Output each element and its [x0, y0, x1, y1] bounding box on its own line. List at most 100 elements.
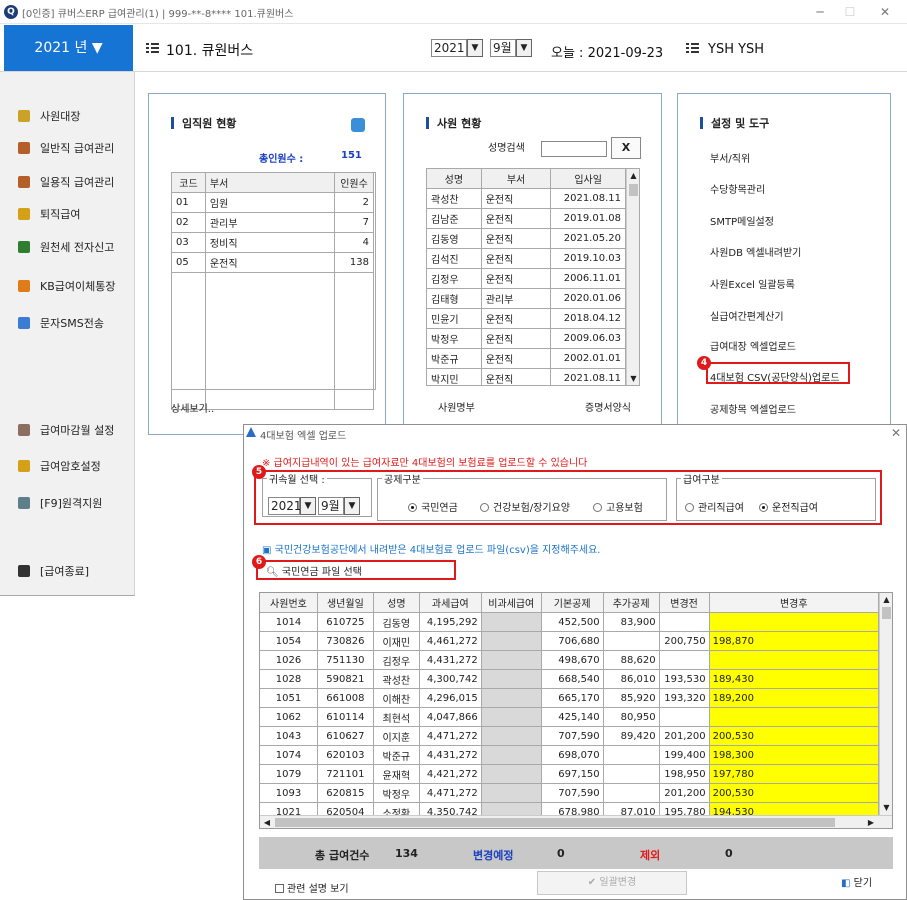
sidebar-item-bank[interactable]: KB급여이체통장: [18, 279, 115, 295]
tool-payroll-excel-upload[interactable]: 급여대장 엑셀업로드: [710, 338, 796, 353]
cell: [480, 764, 542, 784]
table-row[interactable]: 김동영 운전직 2021.05.20: [427, 228, 626, 249]
table-row[interactable]: 민윤기 운전직 2018.04.12: [427, 308, 626, 329]
cell: 7: [334, 212, 374, 233]
radio-dot: [593, 503, 602, 512]
table-row[interactable]: 박지민 운전직 2021.08.11: [427, 368, 626, 385]
employee-roster-link[interactable]: 사원명부: [438, 399, 475, 414]
sidebar-item-retirement[interactable]: 퇴직급여: [18, 207, 80, 223]
table-row[interactable]: 02 관리부 7: [171, 212, 374, 233]
table-row[interactable]: 김태형 관리부 2020.01.06: [427, 288, 626, 309]
radio-admin-pay[interactable]: 관리직급여: [685, 499, 744, 514]
clear-search-button[interactable]: X: [611, 137, 641, 159]
tool-insurance-csv-upload[interactable]: 4대보험 CSV(공단양식)업로드: [710, 369, 840, 384]
tool-employee-excel-register[interactable]: 사원Excel 일괄등록: [710, 276, 795, 291]
period-year-dropdown-icon[interactable]: ▼: [300, 497, 316, 515]
radio-employment-insurance[interactable]: 고용보험: [593, 499, 643, 514]
cell: 4,431,272: [418, 650, 482, 670]
month-select-dropdown-icon[interactable]: ▼: [516, 39, 532, 57]
month-select[interactable]: 9월: [490, 39, 516, 57]
employee-scrollbar[interactable]: ▲ ▼: [626, 169, 639, 385]
today-date: 오늘 : 2021-09-23: [551, 46, 664, 61]
grid-vertical-scrollbar[interactable]: ▲ ▼: [879, 593, 892, 815]
summary-bar: 총 급여건수 134 변경예정 0 제외 0: [259, 837, 893, 869]
cell: 김태형: [427, 288, 482, 309]
year-select-dropdown-icon[interactable]: ▼: [467, 39, 483, 57]
sidebar-item-daily-payroll[interactable]: 일용직 급여관리: [18, 175, 114, 191]
sidebar-item-remote-support[interactable]: [F9]원격지원: [18, 496, 102, 512]
table-row[interactable]: 곽성찬 운전직 2021.08.11: [427, 188, 626, 209]
cell: 박정우: [372, 783, 420, 803]
sidebar-item-tax-report[interactable]: 원천세 전자신고: [18, 240, 114, 256]
table-row[interactable]: 1028 590821 곽성찬 4,300,742 668,540 86,010 193,5…: [260, 669, 880, 689]
minimize-button[interactable]: ─: [812, 4, 828, 20]
dialog-close-button[interactable]: ◧ 닫기: [841, 874, 872, 889]
insurance-data-grid: 사원번호 생년월일 성명 과세급여 비과세급여 기본공제 추가공제 변경전 변경후 1014 61…: [259, 592, 893, 829]
cell: 1043: [260, 726, 318, 746]
tool-allowance-items[interactable]: 수당항목관리: [710, 181, 765, 196]
certificate-form-link[interactable]: 증명서양식: [585, 399, 631, 414]
staff-panel-title: 임직원 현황: [171, 115, 236, 131]
refresh-icon[interactable]: [351, 118, 365, 132]
dialog-close-icon[interactable]: ✕: [891, 426, 901, 440]
radio-health-insurance[interactable]: 건강보험/장기요양: [480, 499, 570, 514]
period-year-select[interactable]: 2021: [268, 497, 302, 515]
table-row[interactable]: 김남준 운전직 2019.01.08: [427, 208, 626, 229]
tools-panel: 설정 및 도구 부서/직위 수당항목관리 SMTP메일설정 사원DB 엑셀내려받…: [677, 93, 891, 435]
maximize-button[interactable]: ☐: [842, 4, 858, 20]
table-row[interactable]: 1054 730826 이재민 4,461,272 706,680 200,750 198,…: [260, 631, 880, 651]
table-row[interactable]: 1051 661008 이해찬 4,296,015 665,170 85,920 193,3…: [260, 688, 880, 708]
table-row[interactable]: 1014 610725 김동영 4,195,292 452,500 83,900: [260, 612, 880, 632]
radio-driver-pay[interactable]: 운전직급여: [759, 499, 818, 514]
sidebar-item-payroll[interactable]: 일반직 급여관리: [18, 141, 114, 157]
column-header: 부서: [204, 172, 336, 193]
table-row[interactable]: 1074 620103 박준규 4,431,272 698,070 199,400 198,…: [260, 745, 880, 765]
year-select[interactable]: 2021: [431, 39, 467, 57]
table-row[interactable]: 03 정비직 4: [171, 232, 374, 253]
table-row[interactable]: 1026 751130 김정우 4,431,272 498,670 88,620: [260, 650, 880, 670]
employee-rows: 곽성찬 운전직 2021.08.11 김남준 운전직 2019.01.08 김동영 운전직 20…: [427, 188, 626, 385]
tool-net-pay-calculator[interactable]: 실급여간편계산기: [710, 308, 784, 323]
calendar-icon: [18, 424, 30, 436]
tool-smtp-settings[interactable]: SMTP메일설정: [710, 213, 774, 228]
sidebar-item-exit[interactable]: [급여종료]: [18, 564, 89, 580]
detail-link[interactable]: 상세보기..: [171, 400, 214, 415]
tool-employee-db-excel-download[interactable]: 사원DB 엑셀내려받기: [710, 244, 801, 259]
period-month-select[interactable]: 9월: [318, 497, 344, 515]
cell: 1051: [260, 688, 318, 708]
table-row[interactable]: 김정우 운전직 2006.11.01: [427, 268, 626, 289]
tool-deduction-excel-upload[interactable]: 공제항목 엑셀업로드: [710, 401, 796, 416]
cell: 2020.01.06: [550, 288, 626, 309]
grid-horizontal-scrollbar[interactable]: ◀ ▶: [260, 815, 892, 828]
table-row[interactable]: 김석진 운전직 2019.10.03: [427, 248, 626, 269]
sidebar-item-employee-ledger[interactable]: 사원대장: [18, 109, 80, 125]
user-name: YSH YSH: [708, 42, 765, 57]
pension-file-select-button[interactable]: 🔍︎ 국민연금 파일 선택: [266, 563, 362, 578]
table-row[interactable]: 1079 721101 윤재혁 4,421,272 697,150 198,950 197,…: [260, 764, 880, 784]
cell: 707,590: [540, 726, 604, 746]
year-dropdown-button[interactable]: 2021 년 ▼: [4, 25, 133, 71]
sidebar-item-password[interactable]: 급여암호설정: [18, 459, 101, 475]
close-button[interactable]: ✕: [877, 4, 893, 20]
table-row[interactable]: 1093 620815 박정우 4,471,272 707,590 201,200 200,…: [260, 783, 880, 803]
name-search-input[interactable]: [541, 141, 607, 157]
table-row[interactable]: 1062 610114 최현석 4,047,866 425,140 80,950: [260, 707, 880, 727]
changed-value: 0: [557, 847, 565, 860]
table-row[interactable]: 박준규 운전직 2002.01.01: [427, 348, 626, 369]
cell: 정비직: [204, 232, 336, 253]
table-row[interactable]: 1043 610627 이지훈 4,471,272 707,590 89,420 201,2…: [260, 726, 880, 746]
cell: 1026: [260, 650, 318, 670]
sidebar-item-sms[interactable]: 문자SMS전송: [18, 316, 104, 332]
radio-national-pension[interactable]: 국민연금: [408, 499, 458, 514]
cell: 운전직: [480, 308, 552, 329]
help-link[interactable]: 관련 설명 보기: [275, 880, 349, 895]
tool-department-position[interactable]: 부서/직위: [710, 150, 750, 165]
sidebar-item-closing-month[interactable]: 급여마감월 설정: [18, 423, 114, 439]
table-row[interactable]: 05 운전직 138: [171, 252, 374, 273]
period-month-dropdown-icon[interactable]: ▼: [344, 497, 360, 515]
employee-panel: 사원 현황 성명검색 X 성명 부서 입사일 곽성찬 운전직 2021.08.11 김…: [403, 93, 662, 435]
table-row[interactable]: 01 임원 2: [171, 192, 374, 213]
bulk-change-button[interactable]: ✔ 일괄변경: [537, 871, 687, 895]
table-row[interactable]: 박정우 운전직 2009.06.03: [427, 328, 626, 349]
cell: [708, 650, 880, 670]
